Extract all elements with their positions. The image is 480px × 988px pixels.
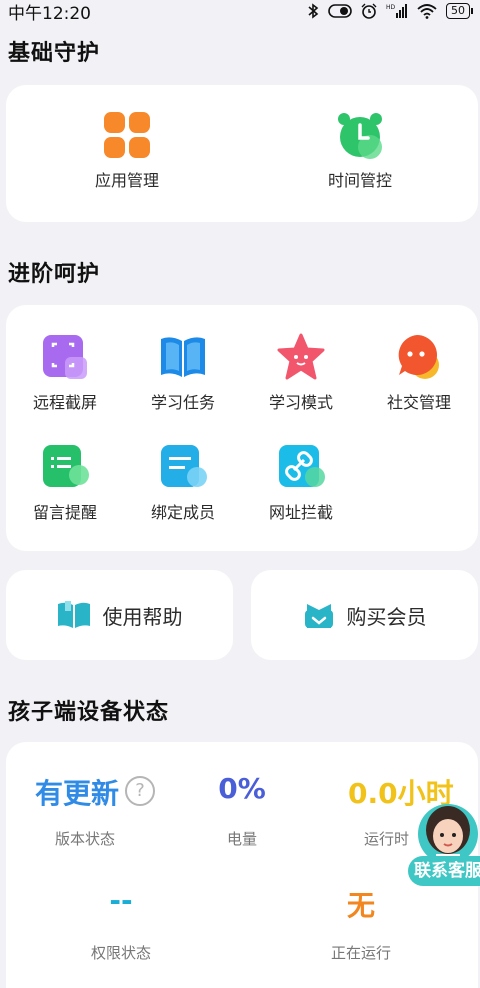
help-button[interactable]: 使用帮助 xyxy=(6,570,233,660)
book-icon xyxy=(159,333,207,381)
signal-icon: HD xyxy=(386,4,407,18)
link-icon xyxy=(277,443,325,491)
status-time: 中午12:20 xyxy=(8,3,91,24)
section-title-basic: 基础守护 xyxy=(8,41,101,66)
status-icons: HD 50 xyxy=(307,3,473,19)
toggle-icon xyxy=(328,4,352,18)
advanced-card: 远程截屏 学习任务 学习模式 社交管理 留言提醒 绑定成员 网址拦截 xyxy=(6,305,478,551)
version-status-value[interactable]: 有更新? xyxy=(20,772,170,812)
app-grid-icon xyxy=(103,111,151,159)
section-title-device: 孩子端设备状态 xyxy=(8,700,170,725)
chat-bubble-icon xyxy=(395,333,443,381)
tile-label: 网址拦截 xyxy=(268,503,333,522)
message-icon xyxy=(41,443,89,491)
help-button-label: 使用帮助 xyxy=(102,604,183,629)
screenshot-icon xyxy=(41,333,89,381)
tile-url-block[interactable]: 网址拦截 xyxy=(256,443,346,523)
alarm-icon xyxy=(361,3,377,19)
tile-label: 远程截屏 xyxy=(32,393,97,412)
tile-message-reminder[interactable]: 留言提醒 xyxy=(20,443,110,523)
basic-card: 应用管理 时间管控 xyxy=(6,85,478,222)
customer-service-button[interactable]: 联系客服 xyxy=(408,800,480,890)
tile-study-task[interactable]: 学习任务 xyxy=(138,333,228,413)
tile-remote-screenshot[interactable]: 远程截屏 xyxy=(20,333,110,413)
buy-vip-button[interactable]: 购买会员 xyxy=(251,570,478,660)
battery-label: 电量 xyxy=(226,830,257,848)
vip-box-icon xyxy=(304,604,333,628)
wifi-icon xyxy=(417,4,437,19)
tile-social-management[interactable]: 社交管理 xyxy=(374,333,464,413)
tile-study-mode[interactable]: 学习模式 xyxy=(256,333,346,413)
tile-label: 学习任务 xyxy=(150,393,215,412)
running-value: 无 xyxy=(346,889,375,922)
section-title-advanced: 进阶呵护 xyxy=(8,262,101,287)
agent-avatar-icon xyxy=(418,804,478,864)
tile-bind-member[interactable]: 绑定成员 xyxy=(138,443,228,523)
tile-label: 社交管理 xyxy=(386,393,451,412)
alarm-clock-icon xyxy=(336,111,384,159)
tile-label: 时间管控 xyxy=(327,171,392,190)
tile-time-control[interactable]: 时间管控 xyxy=(315,111,405,191)
svg-text:HD: HD xyxy=(386,4,396,11)
bluetooth-icon xyxy=(308,3,319,19)
tile-label: 留言提醒 xyxy=(32,503,97,522)
status-bar: 中午12:20 HD 50 xyxy=(0,0,480,24)
permission-status-value: -- xyxy=(109,884,133,917)
battery-value: 0% xyxy=(218,772,266,805)
tile-label: 绑定成员 xyxy=(150,503,215,522)
customer-service-label: 联系客服 xyxy=(408,856,480,886)
battery-indicator: 50 xyxy=(446,3,473,19)
version-status-label: 版本状态 xyxy=(54,830,115,848)
help-book-icon xyxy=(57,601,90,628)
buy-vip-label: 购买会员 xyxy=(346,604,427,629)
question-mark-icon[interactable]: ? xyxy=(125,776,155,806)
tile-app-management[interactable]: 应用管理 xyxy=(82,111,172,191)
member-card-icon xyxy=(159,443,207,491)
permission-status-label: 权限状态 xyxy=(90,944,151,962)
tile-label: 学习模式 xyxy=(268,393,333,412)
tile-label: 应用管理 xyxy=(94,171,159,190)
running-label: 正在运行 xyxy=(330,944,391,962)
star-icon xyxy=(277,333,325,381)
